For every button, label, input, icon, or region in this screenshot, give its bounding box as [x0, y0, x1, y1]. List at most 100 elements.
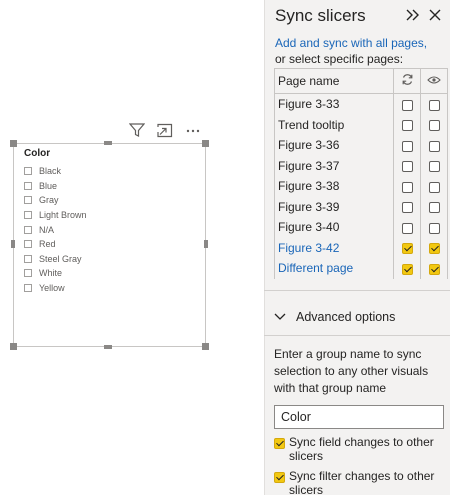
- report-canvas: Color Black Blue Gray Light Brown N/A Red Stee…: [0, 0, 264, 495]
- table-row: Figure 3-38: [274, 176, 448, 197]
- collapse-pane-icon[interactable]: [404, 5, 422, 25]
- sync-cell: [393, 196, 421, 217]
- visible-checkbox[interactable]: [428, 120, 440, 132]
- table-row: Figure 3-42: [274, 237, 448, 258]
- slicer-item-checkbox[interactable]: [24, 225, 32, 234]
- page-name-cell: Figure 3-37: [274, 155, 394, 176]
- advanced-options-toggle[interactable]: Advanced options: [274, 308, 444, 326]
- resize-handle[interactable]: [10, 140, 17, 147]
- visible-checkbox[interactable]: [428, 263, 440, 275]
- column-header-visible: [420, 68, 448, 94]
- resize-handle[interactable]: [202, 343, 209, 350]
- visible-checkbox[interactable]: [428, 202, 440, 214]
- visible-cell: [420, 93, 448, 115]
- visible-cell: [420, 237, 448, 258]
- visual-header: [128, 122, 202, 138]
- slicer-item[interactable]: Steel Gray: [24, 252, 87, 267]
- slicer-item-label: White: [39, 268, 63, 279]
- table-row: Figure 3-36: [274, 135, 448, 156]
- slicer-item-checkbox[interactable]: [24, 269, 32, 278]
- visible-cell: [420, 176, 448, 197]
- chevron-down-icon: [274, 308, 286, 326]
- visible-cell: [420, 135, 448, 156]
- filter-icon[interactable]: [128, 122, 146, 138]
- sync-field-changes-label: Sync field changes to other slicers: [289, 435, 434, 463]
- sync-cell: [393, 155, 421, 176]
- sync-checkbox[interactable]: [401, 222, 413, 234]
- slicer-item[interactable]: Yellow: [24, 281, 87, 296]
- sync-field-changes-option[interactable]: Sync field changes to other slicers: [274, 435, 446, 463]
- slicer-item[interactable]: Black: [24, 164, 87, 179]
- visible-checkbox[interactable]: [428, 243, 440, 255]
- slicer-item-checkbox[interactable]: [24, 181, 32, 190]
- sync-checkbox[interactable]: [401, 181, 413, 193]
- resize-handle[interactable]: [104, 345, 112, 349]
- slicer-item-checkbox[interactable]: [24, 254, 32, 263]
- resize-handle[interactable]: [204, 240, 208, 248]
- sync-checkbox[interactable]: [401, 202, 413, 214]
- slicer-list: Black Blue Gray Light Brown N/A Red Steel Gray…: [24, 164, 87, 295]
- visible-cell: [420, 196, 448, 217]
- slicer-item-checkbox[interactable]: [24, 211, 32, 220]
- sync-checkbox[interactable]: [401, 120, 413, 132]
- visible-checkbox[interactable]: [428, 140, 440, 152]
- slicer-item[interactable]: Blue: [24, 179, 87, 194]
- slicer-item-label: Gray: [39, 195, 59, 206]
- table-row: Trend tooltip: [274, 114, 448, 135]
- slicer-item[interactable]: White: [24, 266, 87, 281]
- more-options-icon[interactable]: [184, 122, 202, 138]
- add-sync-all-pages-link[interactable]: Add and sync with all pages,: [275, 36, 427, 50]
- visible-cell: [420, 258, 448, 279]
- group-name-input[interactable]: [274, 405, 444, 429]
- sync-intro: Add and sync with all pages, or select s…: [275, 35, 447, 67]
- slicer-item[interactable]: Gray: [24, 193, 87, 208]
- sync-checkbox[interactable]: [401, 140, 413, 152]
- sync-checkbox[interactable]: [401, 161, 413, 173]
- sync-checkbox[interactable]: [401, 243, 413, 255]
- slicer-item[interactable]: Red: [24, 237, 87, 252]
- divider: [264, 290, 450, 291]
- close-icon[interactable]: [426, 5, 444, 25]
- visible-checkbox[interactable]: [428, 99, 440, 111]
- sync-cell: [393, 93, 421, 115]
- visible-cell: [420, 217, 448, 238]
- focus-mode-icon[interactable]: [156, 122, 174, 138]
- pane-title: Sync slicers: [275, 6, 366, 25]
- slicer-item-checkbox[interactable]: [24, 284, 32, 293]
- column-header-page-name: Page name: [274, 68, 394, 94]
- sync-field-changes-checkbox[interactable]: [274, 438, 285, 449]
- sync-cell: [393, 114, 421, 135]
- sync-filter-changes-checkbox[interactable]: [274, 472, 285, 483]
- page-name-cell: Figure 3-39: [274, 196, 394, 217]
- slicer-title: Color: [24, 148, 51, 159]
- resize-handle[interactable]: [202, 140, 209, 147]
- slicer-item[interactable]: N/A: [24, 222, 87, 237]
- sync-cell: [393, 135, 421, 156]
- slicer-item-checkbox[interactable]: [24, 167, 32, 176]
- divider: [264, 335, 450, 336]
- sync-filter-changes-option[interactable]: Sync filter changes to other slicers: [274, 469, 446, 497]
- visible-checkbox[interactable]: [428, 222, 440, 234]
- color-slicer[interactable]: Color Black Blue Gray Light Brown N/A Red Stee…: [10, 140, 209, 350]
- slicer-item-checkbox[interactable]: [24, 240, 32, 249]
- resize-handle[interactable]: [104, 141, 112, 145]
- table-row: Figure 3-37: [274, 155, 448, 176]
- intro-text: or select specific pages:: [275, 52, 404, 66]
- resize-handle[interactable]: [11, 240, 15, 248]
- table-row: Figure 3-33: [274, 93, 448, 115]
- sync-checkbox[interactable]: [401, 263, 413, 275]
- visible-checkbox[interactable]: [428, 161, 440, 173]
- sync-filter-changes-label: Sync filter changes to other slicers: [289, 469, 435, 497]
- sync-cell: [393, 176, 421, 197]
- slicer-item-checkbox[interactable]: [24, 196, 32, 205]
- sync-cell: [393, 258, 421, 279]
- page-name-cell: Figure 3-40: [274, 217, 394, 238]
- page-name-cell: Different page: [274, 258, 394, 279]
- sync-checkbox[interactable]: [401, 99, 413, 111]
- eye-icon: [427, 74, 441, 88]
- resize-handle[interactable]: [10, 343, 17, 350]
- slicer-item[interactable]: Light Brown: [24, 208, 87, 223]
- visible-checkbox[interactable]: [428, 181, 440, 193]
- column-header-sync: [393, 68, 421, 94]
- slicer-item-label: Red: [39, 239, 56, 250]
